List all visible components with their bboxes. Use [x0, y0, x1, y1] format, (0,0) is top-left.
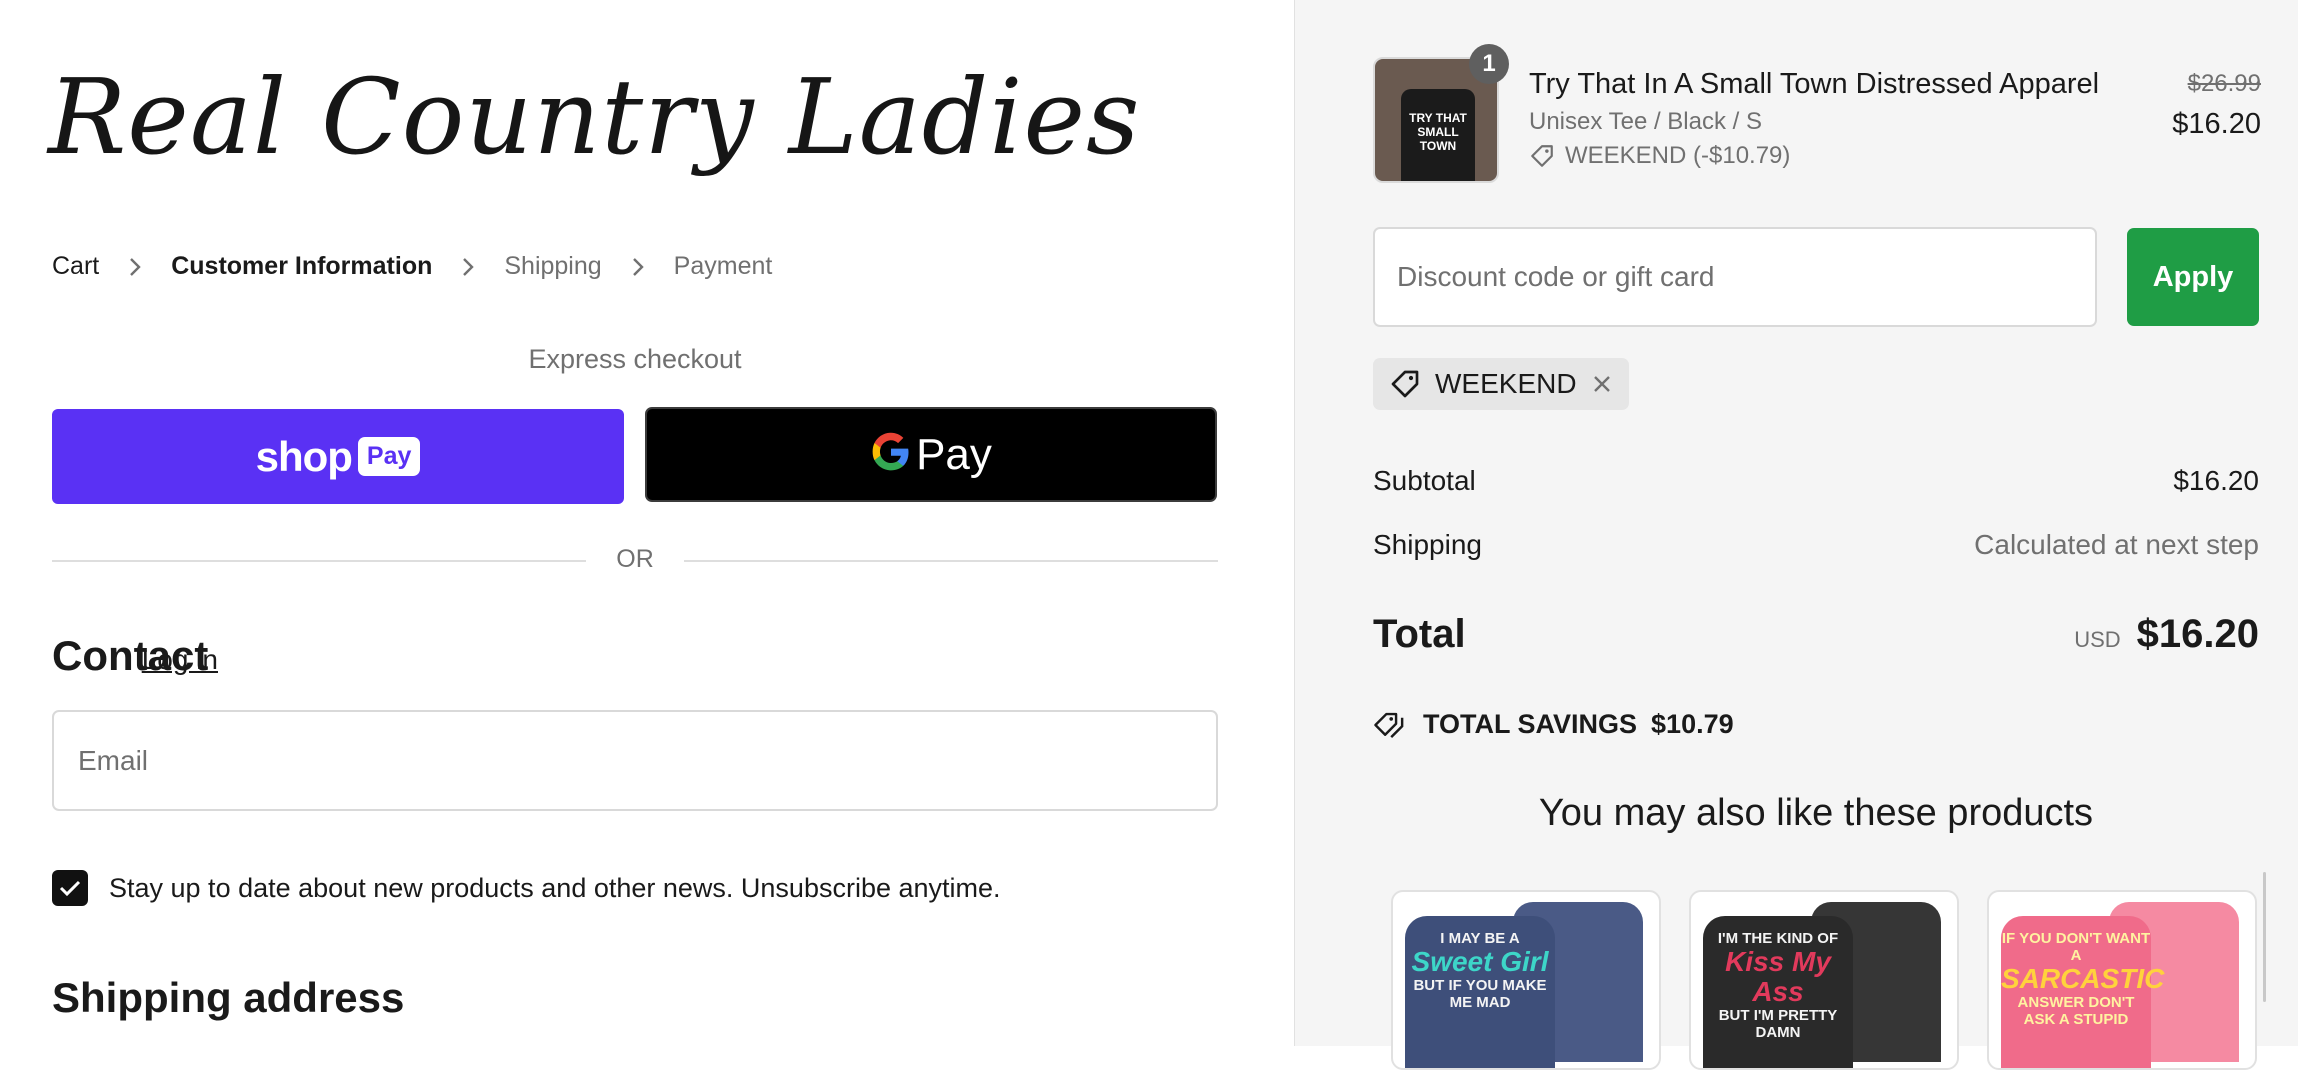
google-pay-button[interactable]: Pay [645, 407, 1217, 502]
price-final: $16.20 [2172, 108, 2261, 140]
login-link[interactable]: Log in [142, 644, 218, 676]
checkout-main: Real Country Ladies Cart Customer Inform… [0, 0, 1294, 1046]
divider-line [684, 560, 1218, 562]
email-field[interactable] [52, 710, 1218, 811]
shipping-address-heading: Shipping address [52, 974, 405, 1021]
chevron-right-icon [454, 253, 482, 281]
shipping-label: Shipping [1373, 529, 1482, 560]
shirt-front: IF YOU DON'T WANT A SARCASTIC ANSWER DON… [2001, 916, 2165, 1068]
product-name: Try That In A Small Town Distressed Appa… [1529, 68, 2100, 100]
shirt-print: I MAY BE A Sweet Girl BUT IF YOU MAKE ME… [1405, 930, 1555, 1011]
express-checkout-title: Express checkout [528, 344, 742, 374]
price-original: $26.99 [2187, 70, 2261, 97]
product-discount-text: WEEKEND (-$10.79) [1565, 142, 1791, 169]
breadcrumb: Cart Customer Information Shipping Payme… [52, 252, 772, 281]
tag-icon [1531, 145, 1553, 167]
chevron-right-icon [121, 253, 149, 281]
shirt-front: I'M THE KIND OF Kiss My Ass BUT I'M PRET… [1703, 916, 1853, 1068]
applied-discount-code: WEEKEND [1435, 368, 1577, 399]
breadcrumb-shipping: Shipping [504, 252, 602, 280]
subtotal-row: Subtotal $16.20 [1373, 465, 2259, 497]
applied-discount-tag: WEEKEND [1373, 358, 1629, 410]
product-variant: Unisex Tee / Black / S [1529, 108, 1762, 135]
breadcrumb-payment: Payment [673, 252, 773, 280]
shop-pay-badge: Pay [357, 437, 421, 476]
currency-code: USD [2074, 627, 2121, 652]
recommended-product-card[interactable]: I'M THE KIND OF Kiss My Ass BUT I'M PRET… [1689, 890, 1959, 1070]
shirt-print-top: IF YOU DON'T WANT A [2001, 930, 2151, 964]
shirt-print-bottom: BUT I'M PRETTY DAMN [1718, 1007, 1838, 1041]
savings-tag-icon [1374, 712, 1404, 738]
subtotal-label: Subtotal [1373, 465, 1476, 496]
recommendations-heading: You may also like these products [1538, 792, 2094, 834]
shirt-print-big: Sweet Girl [1411, 946, 1549, 977]
product-image-text: TRY THAT SMALL TOWN [1409, 111, 1467, 153]
shirt-print: I'M THE KIND OF Kiss My Ass BUT I'M PRET… [1703, 930, 1853, 1041]
newsletter-checkbox[interactable] [52, 870, 88, 906]
newsletter-opt-in: Stay up to date about new products and o… [52, 870, 1001, 906]
remove-discount-button[interactable] [1591, 373, 1613, 395]
google-g-icon [870, 431, 912, 478]
total-savings-label: TOTAL SAVINGS [1423, 709, 1638, 739]
checkmark-icon [59, 880, 81, 897]
tag-icon [1391, 370, 1419, 398]
shirt-print-bottom: BUT IF YOU MAKE ME MAD [1413, 977, 1547, 1011]
total-value-group: USD $16.20 [2074, 612, 2259, 657]
newsletter-label: Stay up to date about new products and o… [109, 872, 1001, 903]
chevron-right-icon [624, 253, 652, 281]
shop-pay-wordmark: shop [255, 432, 353, 480]
total-label: Total [1373, 612, 1466, 656]
discount-code-input[interactable] [1373, 227, 2097, 327]
total-value: $16.20 [2136, 612, 2259, 656]
carousel-scrollbar[interactable] [2263, 872, 2266, 1002]
shirt-print: IF YOU DON'T WANT A SARCASTIC ANSWER DON… [2001, 930, 2165, 1028]
total-savings-value: $10.79 [1651, 709, 1734, 739]
breadcrumb-cart[interactable]: Cart [52, 252, 99, 281]
order-summary: TRY THAT SMALL TOWN 1 Try That In A Smal… [1294, 0, 2298, 1070]
recommended-product-card[interactable]: IF YOU DON'T WANT A SARCASTIC ANSWER DON… [1987, 890, 2257, 1070]
shipping-row: Shipping Calculated at next step [1373, 529, 2259, 561]
shirt-print-big: Kiss My Ass [1725, 946, 1831, 1007]
shirt-front: I MAY BE A Sweet Girl BUT IF YOU MAKE ME… [1405, 916, 1555, 1068]
quantity-badge: 1 [1469, 44, 1509, 84]
or-divider: OR [52, 544, 1218, 578]
shop-pay-button[interactable]: shop Pay [52, 409, 624, 504]
store-logo[interactable]: Real Country Ladies [48, 38, 1139, 228]
total-row: Total USD $16.20 [1373, 612, 2259, 657]
shirt-print-top: I'M THE KIND OF [1717, 930, 1839, 947]
apply-discount-button[interactable]: Apply [2127, 228, 2259, 326]
shirt-print-big: SARCASTIC [2001, 963, 2165, 994]
recommended-product-card[interactable]: I MAY BE A Sweet Girl BUT IF YOU MAKE ME… [1391, 890, 1661, 1070]
product-discount: WEEKEND (-$10.79) [1529, 142, 1790, 170]
google-pay-label: Pay [916, 429, 992, 479]
subtotal-value: $16.20 [2173, 465, 2259, 496]
shipping-value: Calculated at next step [1974, 529, 2259, 560]
product-image-tee: TRY THAT SMALL TOWN [1401, 89, 1475, 181]
store-logo-text: Real Country Ladies [48, 56, 1141, 178]
close-icon [1593, 376, 1610, 392]
shirt-print-top: I MAY BE A [1440, 930, 1520, 947]
total-savings: TOTAL SAVINGS $10.79 [1373, 709, 1734, 740]
shirt-print-bottom: ANSWER DON'T ASK A STUPID [2017, 994, 2135, 1028]
breadcrumb-customer-information: Customer Information [171, 252, 433, 280]
